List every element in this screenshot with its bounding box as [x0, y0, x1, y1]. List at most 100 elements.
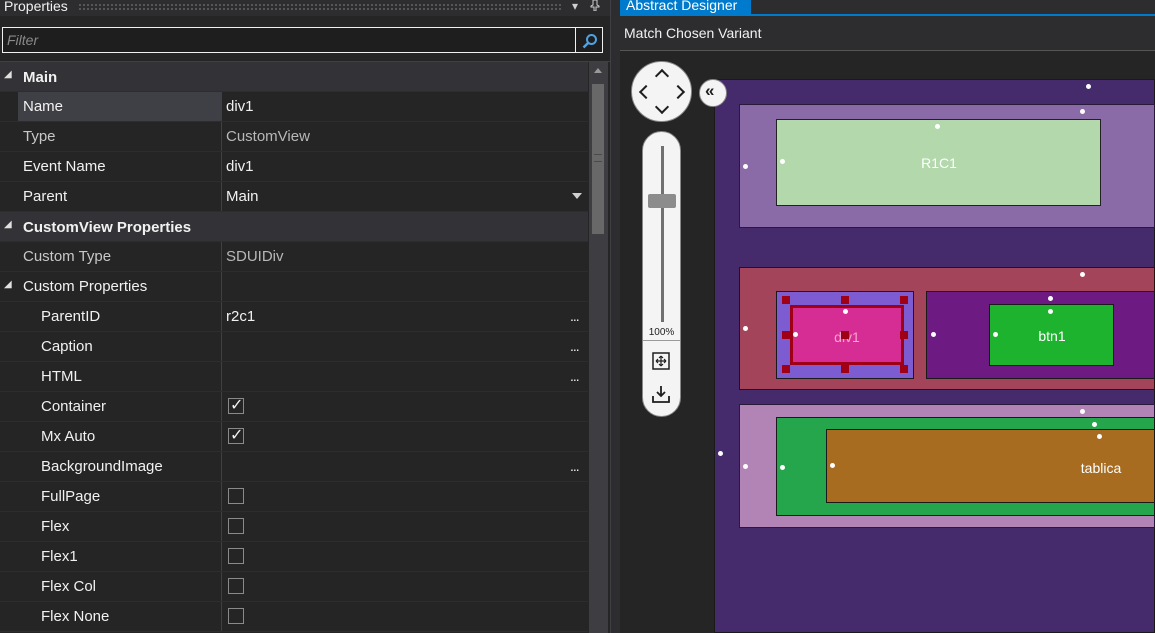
download-icon[interactable] [651, 384, 671, 404]
property-row-custom-properties[interactable]: ◢ Custom Properties [0, 272, 588, 302]
property-row-flex1[interactable]: Flex1 [0, 542, 588, 572]
mx-auto-checkbox[interactable]: ✓ [228, 427, 244, 444]
anchor-dot[interactable] [780, 465, 785, 470]
property-row-flex-col[interactable]: Flex Col [0, 572, 588, 602]
collapse-triangle-icon[interactable]: ◢ [4, 279, 12, 290]
search-icon [582, 34, 597, 49]
property-row-html[interactable]: HTML ... [0, 362, 588, 392]
title-bar-grip[interactable] [78, 3, 562, 11]
anchor-dot[interactable] [1097, 434, 1102, 439]
property-row-parent[interactable]: Parent Main [0, 182, 588, 212]
property-label: Custom Type [23, 248, 112, 265]
property-row-name[interactable]: Name div1 [0, 92, 588, 122]
anchor-dot[interactable] [935, 124, 940, 129]
resize-handle[interactable] [900, 365, 908, 373]
property-value[interactable]: r2c1 [226, 302, 255, 331]
anchor-dot[interactable] [780, 159, 785, 164]
properties-title-bar: Properties ▾ [0, 0, 610, 16]
resize-handle[interactable] [900, 296, 908, 304]
flex1-checkbox[interactable] [228, 548, 244, 564]
move-handle[interactable] [841, 331, 849, 339]
filter-input[interactable] [7, 32, 567, 48]
ellipsis-button[interactable]: ... [570, 308, 580, 324]
resize-handle[interactable] [841, 365, 849, 373]
property-label: Container [41, 398, 107, 415]
container-checkbox[interactable]: ✓ [228, 397, 244, 414]
anchor-dot[interactable] [1048, 296, 1053, 301]
filter-field[interactable] [2, 27, 576, 53]
tab-abstract-designer[interactable]: Abstract Designer [620, 0, 751, 14]
property-label: Caption [41, 338, 93, 355]
resize-handle[interactable] [782, 296, 790, 304]
window-position-dropdown-icon[interactable]: ▾ [572, 0, 578, 13]
design-canvas[interactable]: R1 R1C1 div1 r2c2 btn1 tablica [620, 51, 1155, 633]
scrollbar-thumb[interactable] [592, 84, 604, 234]
pan-up-icon[interactable] [654, 68, 670, 84]
property-row-event-name[interactable]: Event Name div1 [0, 152, 588, 182]
flex-none-checkbox[interactable] [228, 608, 244, 624]
flex-col-checkbox[interactable] [228, 578, 244, 594]
ellipsis-button[interactable]: ... [570, 458, 580, 474]
property-value[interactable]: div1 [226, 92, 254, 121]
property-row-flex[interactable]: Flex [0, 512, 588, 542]
collapse-triangle-icon[interactable]: ◢ [4, 69, 12, 80]
anchor-dot[interactable] [931, 332, 936, 337]
fit-to-screen-icon[interactable] [651, 351, 671, 371]
pan-control[interactable] [631, 61, 692, 122]
resize-handle[interactable] [782, 365, 790, 373]
view-r1c1[interactable]: R1C1 [776, 119, 1101, 206]
anchor-dot[interactable] [1092, 422, 1097, 427]
category-main[interactable]: ◢ Main [0, 62, 588, 92]
anchor-dot[interactable] [830, 463, 835, 468]
resize-handle[interactable] [900, 331, 908, 339]
property-label: Event Name [23, 158, 106, 175]
anchor-dot[interactable] [793, 332, 798, 337]
pan-down-icon[interactable] [654, 99, 670, 115]
anchor-dot[interactable] [1080, 409, 1085, 414]
ellipsis-button[interactable]: ... [570, 368, 580, 384]
ellipsis-button[interactable]: ... [570, 338, 580, 354]
property-row-flex-none[interactable]: Flex None [0, 602, 588, 632]
anchor-dot[interactable] [743, 464, 748, 469]
property-row-custom-type[interactable]: Custom Type SDUIDiv [0, 242, 588, 272]
anchor-dot[interactable] [743, 326, 748, 331]
property-row-fullpage[interactable]: FullPage [0, 482, 588, 512]
property-row-mx-auto[interactable]: Mx Auto ✓ [0, 422, 588, 452]
resize-handle[interactable] [782, 331, 790, 339]
zoom-slider-track[interactable] [661, 146, 664, 322]
property-row-caption[interactable]: Caption ... [0, 332, 588, 362]
fullpage-checkbox[interactable] [228, 488, 244, 504]
vertical-scrollbar[interactable] [589, 62, 608, 633]
resize-handle[interactable] [841, 296, 849, 304]
property-row-background-image[interactable]: BackgroundImage ... [0, 452, 588, 482]
view-tablica[interactable]: tablica [826, 429, 1155, 503]
pan-left-icon[interactable] [638, 84, 654, 100]
match-chosen-variant-button[interactable]: Match Chosen Variant [624, 25, 761, 41]
property-label: Parent [23, 188, 68, 205]
panel-splitter[interactable] [610, 0, 620, 633]
property-value[interactable]: Main [226, 182, 259, 211]
anchor-dot[interactable] [1086, 84, 1091, 89]
property-value[interactable]: div1 [226, 152, 254, 181]
scroll-up-icon[interactable] [594, 68, 602, 73]
anchor-dot[interactable] [1048, 309, 1053, 314]
collapse-panel-button[interactable]: « [699, 79, 727, 107]
anchor-dot[interactable] [1080, 109, 1085, 114]
anchor-dot[interactable] [993, 332, 998, 337]
anchor-dot[interactable] [1080, 272, 1085, 277]
category-customview-properties[interactable]: ◢ CustomView Properties [0, 212, 588, 242]
search-button[interactable] [576, 27, 603, 53]
zoom-slider-thumb[interactable] [648, 194, 676, 208]
anchor-dot[interactable] [743, 164, 748, 169]
pan-right-icon[interactable] [670, 84, 686, 100]
designer-panel: Abstract Designer Match Chosen Variant R… [620, 0, 1155, 633]
property-row-container[interactable]: Container ✓ [0, 392, 588, 422]
flex-checkbox[interactable] [228, 518, 244, 534]
collapse-triangle-icon[interactable]: ◢ [4, 219, 12, 230]
anchor-dot[interactable] [843, 309, 848, 314]
property-row-parentid[interactable]: ParentID r2c1 ... [0, 302, 588, 332]
property-row-type[interactable]: Type CustomView [0, 122, 588, 152]
chevron-down-icon[interactable] [572, 193, 582, 199]
pin-icon[interactable] [590, 0, 600, 14]
anchor-dot[interactable] [718, 451, 723, 456]
